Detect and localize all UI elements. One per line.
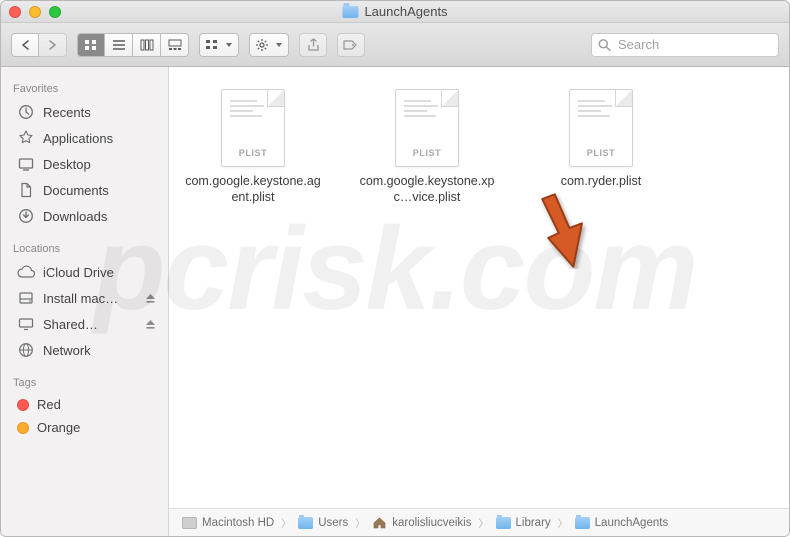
path-crumb[interactable]: karolisliucveikis <box>369 515 474 531</box>
sidebar-tag-red[interactable]: Red <box>1 393 168 416</box>
tag-icon <box>343 39 359 51</box>
home-icon <box>372 517 387 529</box>
file-label: com.ryder.plist <box>561 173 642 189</box>
finder-window: LaunchAgents <box>0 0 790 537</box>
sidebar-item-label: iCloud Drive <box>43 265 114 280</box>
file-label: com.google.keystone.xpc…vice.plist <box>357 173 497 206</box>
sidebar-item-shared[interactable]: Shared… <box>1 311 168 337</box>
folder-icon <box>575 517 590 529</box>
view-gallery-button[interactable] <box>161 33 189 57</box>
sidebar-item-label: Downloads <box>43 209 107 224</box>
sidebar-item-label: Install mac… <box>43 291 118 306</box>
chevron-right-icon: 〉 <box>355 515 365 530</box>
sidebar[interactable]: Favorites Recents Applications Desktop D… <box>1 67 169 536</box>
hd-icon <box>182 517 197 529</box>
folder-icon <box>298 517 313 529</box>
applications-icon <box>17 129 35 147</box>
share-button[interactable] <box>299 33 327 57</box>
search-input[interactable] <box>591 33 779 57</box>
content-area: PLIST com.google.keystone.agent.plist PL… <box>169 67 789 536</box>
tag-red-icon <box>17 399 29 411</box>
sidebar-item-network[interactable]: Network <box>1 337 168 363</box>
view-column-button[interactable] <box>133 33 161 57</box>
tags-button[interactable] <box>337 33 365 57</box>
plist-file-icon: PLIST <box>569 89 633 167</box>
sidebar-item-downloads[interactable]: Downloads <box>1 203 168 229</box>
path-crumb[interactable]: LaunchAgents <box>572 515 672 531</box>
chevron-right-icon: 〉 <box>479 515 489 530</box>
path-crumb[interactable]: Users <box>295 515 351 531</box>
crumb-label: Library <box>516 517 551 529</box>
window-zoom-button[interactable] <box>49 6 61 18</box>
plist-file-icon: PLIST <box>221 89 285 167</box>
sidebar-item-label: Red <box>37 397 61 412</box>
network-icon <box>17 341 35 359</box>
sidebar-item-recents[interactable]: Recents <box>1 99 168 125</box>
search-icon <box>598 38 611 51</box>
disk-icon <box>17 289 35 307</box>
body: Favorites Recents Applications Desktop D… <box>1 67 789 536</box>
file-item[interactable]: PLIST com.google.keystone.xpc…vice.plist <box>357 89 497 206</box>
window-minimize-button[interactable] <box>29 6 41 18</box>
view-icon-button[interactable] <box>77 33 105 57</box>
file-grid[interactable]: PLIST com.google.keystone.agent.plist PL… <box>169 67 789 508</box>
sidebar-section-label: Tags <box>1 371 168 393</box>
sidebar-item-desktop[interactable]: Desktop <box>1 151 168 177</box>
window-title: LaunchAgents <box>364 4 447 19</box>
sidebar-section-label: Locations <box>1 237 168 259</box>
chevron-right-icon: 〉 <box>558 515 568 530</box>
sidebar-item-label: Documents <box>43 183 109 198</box>
view-list-button[interactable] <box>105 33 133 57</box>
file-item[interactable]: PLIST com.google.keystone.agent.plist <box>183 89 323 206</box>
sidebar-item-label: Desktop <box>43 157 91 172</box>
crumb-label: karolisliucveikis <box>392 517 471 529</box>
clock-icon <box>17 103 35 121</box>
sidebar-section-label: Favorites <box>1 77 168 99</box>
gear-icon <box>255 38 269 52</box>
tag-orange-icon <box>17 422 29 434</box>
sidebar-item-label: Recents <box>43 105 91 120</box>
sidebar-tag-orange[interactable]: Orange <box>1 416 168 439</box>
cloud-icon <box>17 263 35 281</box>
desktop-icon <box>17 155 35 173</box>
downloads-icon <box>17 207 35 225</box>
traffic-lights <box>9 6 61 18</box>
eject-icon[interactable] <box>145 293 156 304</box>
crumb-label: Users <box>318 517 348 529</box>
file-label: com.google.keystone.agent.plist <box>183 173 323 206</box>
path-crumb[interactable]: Macintosh HD <box>179 515 277 531</box>
crumb-label: Macintosh HD <box>202 517 274 529</box>
sidebar-item-icloud[interactable]: iCloud Drive <box>1 259 168 285</box>
sidebar-item-install-mac[interactable]: Install mac… <box>1 285 168 311</box>
search-field-wrap <box>591 33 779 57</box>
nav-buttons <box>11 33 67 57</box>
sidebar-item-label: Applications <box>43 131 113 146</box>
shared-icon <box>17 315 35 333</box>
sidebar-item-documents[interactable]: Documents <box>1 177 168 203</box>
file-item[interactable]: PLIST com.ryder.plist <box>531 89 671 206</box>
sidebar-item-label: Network <box>43 343 91 358</box>
folder-icon <box>496 517 511 529</box>
sidebar-item-applications[interactable]: Applications <box>1 125 168 151</box>
path-bar: Macintosh HD 〉 Users 〉 karolisliucveikis… <box>169 508 789 536</box>
chevron-right-icon: 〉 <box>281 515 291 530</box>
plist-file-icon: PLIST <box>395 89 459 167</box>
view-switcher <box>77 33 189 57</box>
folder-icon <box>342 6 358 18</box>
eject-icon[interactable] <box>145 319 156 330</box>
action-button[interactable] <box>249 33 289 57</box>
sidebar-item-label: Shared… <box>43 317 98 332</box>
path-crumb[interactable]: Library <box>493 515 554 531</box>
group-by-button[interactable] <box>199 33 239 57</box>
window-title-wrap: LaunchAgents <box>342 4 447 19</box>
forward-button[interactable] <box>39 33 67 57</box>
back-button[interactable] <box>11 33 39 57</box>
share-icon <box>307 38 320 52</box>
toolbar <box>1 23 789 67</box>
titlebar: LaunchAgents <box>1 1 789 23</box>
documents-icon <box>17 181 35 199</box>
window-close-button[interactable] <box>9 6 21 18</box>
sidebar-item-label: Orange <box>37 420 80 435</box>
crumb-label: LaunchAgents <box>595 517 669 529</box>
